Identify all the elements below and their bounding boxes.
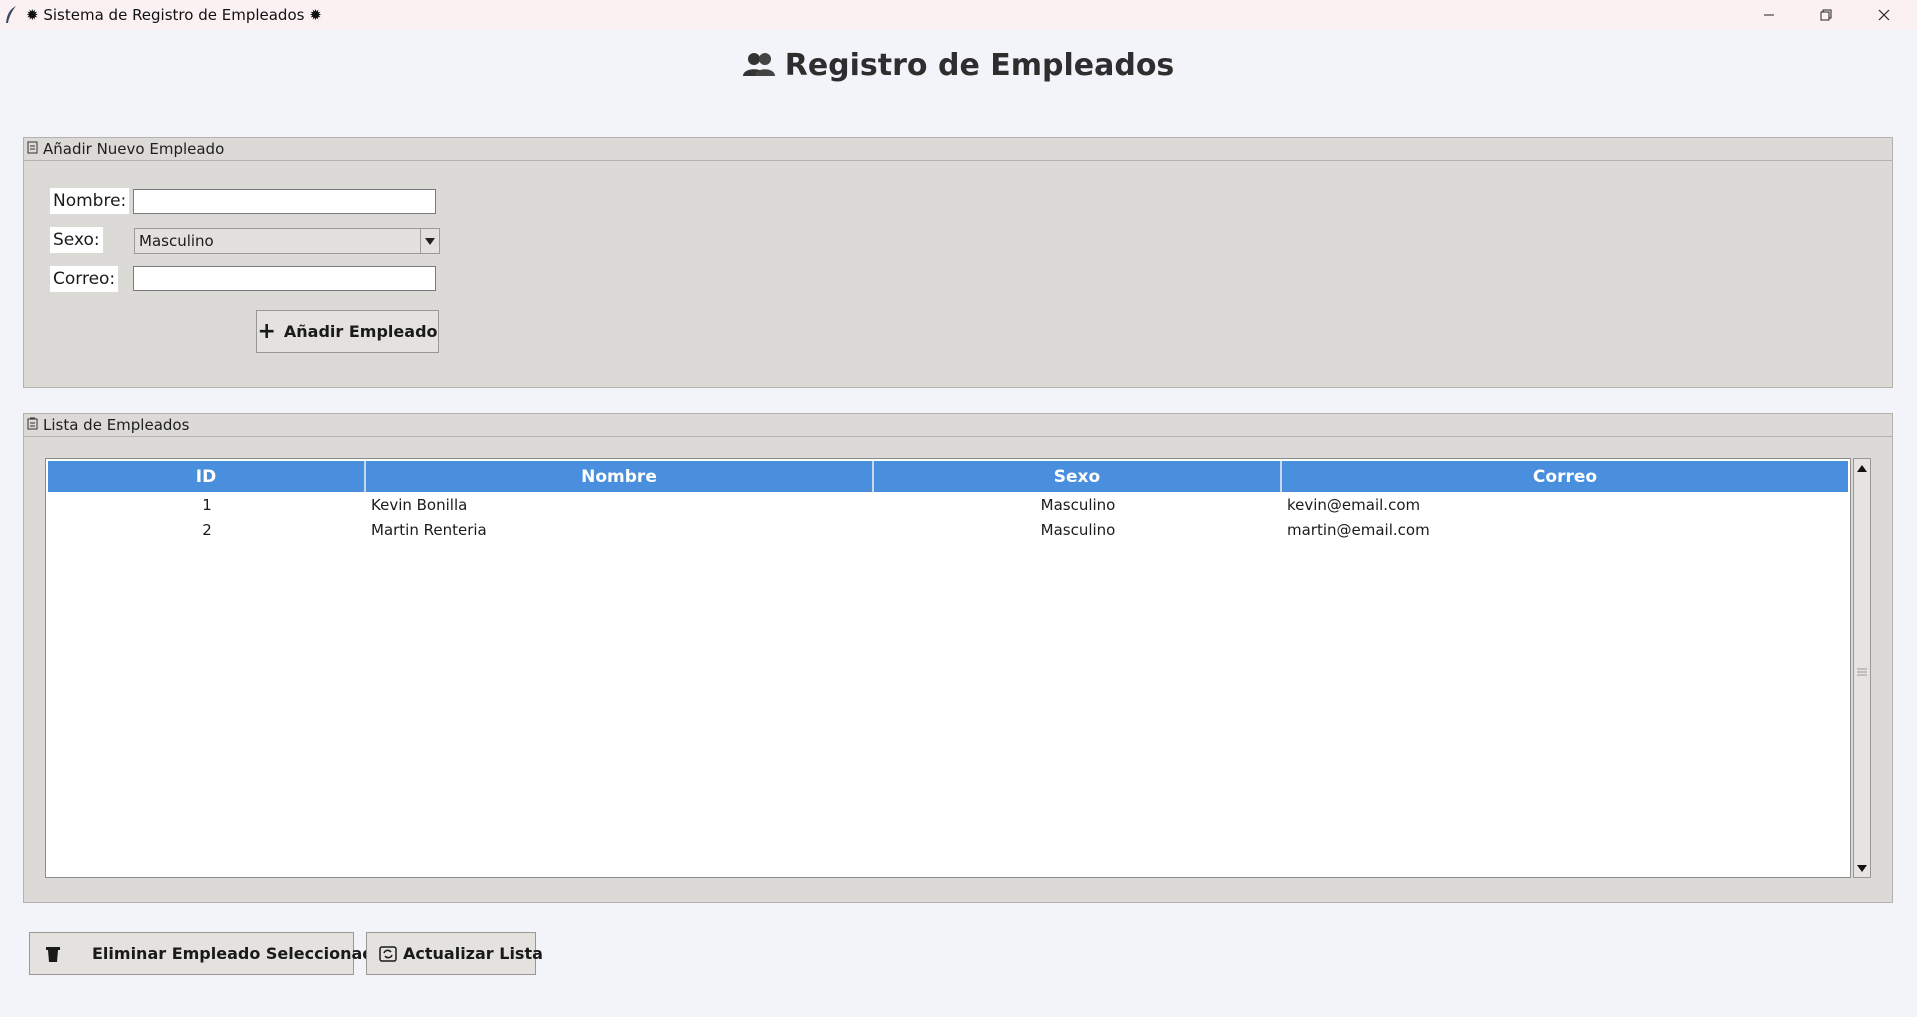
sexo-select-value: Masculino: [139, 232, 214, 250]
add-employee-panel: Añadir Nuevo Empleado Nombre: Sexo: Masc…: [23, 137, 1893, 388]
sexo-select[interactable]: Masculino: [134, 228, 440, 254]
trash-icon: [44, 945, 62, 963]
restore-icon: [1820, 9, 1832, 21]
table-header: ID Nombre Sexo Correo: [48, 461, 1848, 492]
close-button[interactable]: [1855, 0, 1913, 30]
employee-list-panel: Lista de Empleados ID Nombre Sexo Correo…: [23, 413, 1893, 903]
scroll-down-icon[interactable]: [1854, 859, 1870, 877]
employee-table[interactable]: ID Nombre Sexo Correo 1 Kevin Bonilla Ma…: [45, 458, 1851, 878]
add-employee-button-label: Añadir Empleado: [283, 322, 438, 341]
maximize-button[interactable]: [1797, 0, 1855, 30]
column-header-id[interactable]: ID: [48, 461, 366, 492]
cell-id: 1: [202, 496, 212, 514]
sexo-label: Sexo:: [50, 227, 103, 253]
minimize-icon: [1764, 14, 1774, 16]
correo-label: Correo:: [50, 266, 119, 292]
page-title-text: Registro de Empleados: [784, 48, 1175, 83]
nombre-label: Nombre:: [50, 188, 130, 214]
refresh-list-button[interactable]: Actualizar Lista: [366, 932, 543, 975]
refresh-icon: [379, 945, 397, 963]
scroll-up-icon[interactable]: [1854, 459, 1870, 477]
gear-icon: ✹: [26, 6, 39, 24]
users-icon: [742, 50, 775, 85]
cell-correo: martin@email.com: [1287, 521, 1430, 539]
nombre-input[interactable]: [133, 189, 436, 214]
minimize-button[interactable]: [1740, 0, 1798, 30]
plus-icon: +: [257, 319, 276, 344]
cell-nombre: Martin Renteria: [371, 521, 487, 539]
add-employee-header: Añadir Nuevo Empleado: [24, 138, 1892, 160]
delete-employee-button[interactable]: Eliminar Empleado Seleccionado: [29, 932, 385, 975]
chevron-down-icon[interactable]: [420, 229, 439, 253]
gear-icon: ✹: [309, 6, 322, 24]
employee-list-title: Lista de Empleados: [43, 416, 190, 434]
cell-sexo: Masculino: [1040, 521, 1116, 539]
cell-nombre: Kevin Bonilla: [371, 496, 468, 514]
table-scrollbar[interactable]: [1853, 458, 1871, 878]
clipboard-icon: [27, 416, 39, 434]
employee-list-header: Lista de Empleados: [24, 414, 1892, 436]
divider: [24, 160, 1892, 161]
window-title-text: Sistema de Registro de Empleados: [43, 6, 305, 24]
cell-correo: kevin@email.com: [1287, 496, 1421, 514]
column-header-sexo[interactable]: Sexo: [874, 461, 1282, 492]
feather-icon: [4, 5, 18, 25]
table-row[interactable]: 1 Kevin Bonilla Masculino kevin@email.co…: [48, 493, 1848, 517]
window-title: ✹ Sistema de Registro de Empleados ✹: [26, 6, 322, 24]
correo-input[interactable]: [133, 266, 436, 291]
cell-sexo: Masculino: [1040, 496, 1116, 514]
column-header-nombre[interactable]: Nombre: [366, 461, 874, 492]
add-employee-button[interactable]: + Añadir Empleado: [256, 310, 439, 353]
add-employee-title: Añadir Nuevo Empleado: [43, 140, 225, 158]
page-title: Registro de Empleados: [0, 48, 1917, 85]
memo-icon: [27, 140, 39, 158]
table-row[interactable]: 2 Martin Renteria Masculino martin@email…: [48, 518, 1848, 542]
divider: [24, 436, 1892, 437]
column-header-correo[interactable]: Correo: [1282, 461, 1848, 492]
delete-employee-button-label: Eliminar Empleado Seleccionado: [92, 944, 385, 963]
scroll-grip-icon[interactable]: [1857, 662, 1867, 676]
close-icon: [1878, 9, 1890, 21]
cell-id: 2: [202, 521, 212, 539]
refresh-list-button-label: Actualizar Lista: [403, 944, 543, 963]
window-titlebar: ✹ Sistema de Registro de Empleados ✹: [0, 0, 1917, 30]
